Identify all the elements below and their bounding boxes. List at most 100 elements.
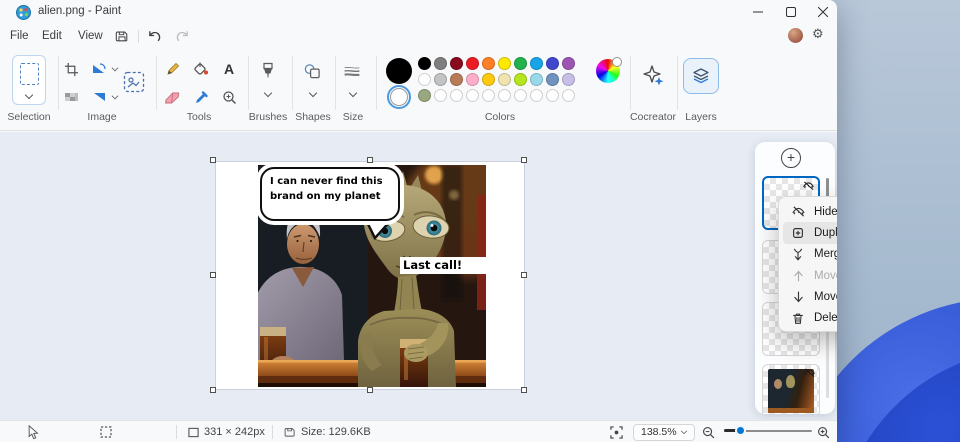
maximize-button[interactable] — [774, 0, 808, 24]
undo-icon — [147, 29, 162, 43]
minimize-button[interactable] — [741, 0, 775, 24]
canvas-size-icon — [188, 427, 199, 438]
palette-color-swatch[interactable] — [418, 89, 431, 102]
caption-text: Last call! — [400, 257, 486, 274]
arrow-down-icon — [790, 289, 806, 305]
crop-icon[interactable] — [62, 60, 80, 78]
palette-color-swatch[interactable] — [450, 73, 463, 86]
zoom-slider-thumb[interactable] — [735, 425, 746, 436]
colors-group-label: Colors — [485, 111, 515, 123]
arrow-up-icon — [790, 268, 806, 284]
chevron-down-icon[interactable] — [309, 89, 317, 97]
selection-handle-bottom-right[interactable] — [521, 387, 527, 393]
palette-color-swatch[interactable] — [450, 57, 463, 70]
menu-file[interactable]: File — [4, 27, 35, 45]
menu-item-merge-down[interactable]: Merge down — [783, 244, 837, 265]
fill-tool-icon[interactable] — [192, 60, 210, 78]
zoom-in-button[interactable] — [817, 421, 830, 442]
line-size-icon[interactable] — [343, 62, 361, 80]
menu-edit[interactable]: Edit — [36, 27, 68, 45]
shapes-icon[interactable] — [303, 62, 321, 80]
statusbar-divider — [176, 425, 177, 439]
selection-tool-button[interactable] — [12, 55, 46, 105]
brush-icon[interactable] — [259, 62, 277, 80]
layers-panel-toggle-button[interactable] — [683, 58, 719, 94]
edit-colors-wheel[interactable] — [596, 59, 620, 83]
redo-button[interactable] — [172, 27, 192, 45]
palette-empty-slot[interactable] — [466, 89, 479, 102]
paint-window: alien.png - Paint File Edit View — [0, 0, 837, 442]
palette-empty-slot[interactable] — [434, 89, 447, 102]
palette-color-swatch[interactable] — [514, 73, 527, 86]
zoom-level-dropdown[interactable]: 138.5% — [633, 424, 695, 441]
layer-thumbnail-4[interactable] — [762, 364, 820, 414]
palette-empty-slot[interactable] — [530, 89, 543, 102]
menu-item-move-down[interactable]: Move down Ctrl+Shift+PageDown — [783, 286, 837, 307]
palette-empty-slot[interactable] — [546, 89, 559, 102]
palette-empty-slot[interactable] — [514, 89, 527, 102]
selection-handle-middle-left[interactable] — [210, 272, 216, 278]
remove-background-icon[interactable] — [122, 70, 146, 94]
selection-handle-bottom-left[interactable] — [210, 387, 216, 393]
menu-item-move-up[interactable]: Move up Ctrl+Shift+PageUp — [783, 265, 837, 286]
drawing-canvas[interactable]: I can never find this brand on my planet… — [216, 162, 524, 389]
foreground-color-swatch[interactable] — [386, 58, 412, 84]
close-button[interactable] — [806, 0, 837, 24]
palette-color-swatch[interactable] — [530, 57, 543, 70]
menu-item-delete-layer[interactable]: Delete layer Ctrl+Shift+Delete — [783, 307, 837, 328]
chevron-down-icon[interactable] — [112, 65, 119, 72]
palette-color-swatch[interactable] — [418, 73, 431, 86]
add-layer-button[interactable]: + — [781, 148, 801, 168]
palette-empty-slot[interactable] — [562, 89, 575, 102]
eraser-tool-icon[interactable] — [164, 88, 182, 106]
save-button[interactable] — [112, 27, 132, 45]
image-group-label: Image — [87, 111, 116, 123]
settings-gear-icon[interactable]: ⚙ — [812, 26, 824, 42]
palette-color-swatch[interactable] — [530, 73, 543, 86]
text-tool-icon[interactable]: A — [220, 60, 238, 78]
selection-handle-top-left[interactable] — [210, 157, 216, 163]
palette-empty-slot[interactable] — [498, 89, 511, 102]
chevron-down-icon[interactable] — [349, 89, 357, 97]
palette-color-swatch[interactable] — [498, 57, 511, 70]
flip-icon[interactable] — [90, 88, 108, 106]
palette-color-swatch[interactable] — [498, 73, 511, 86]
resize-skew-icon[interactable] — [62, 88, 80, 106]
palette-color-swatch[interactable] — [514, 57, 527, 70]
palette-color-swatch[interactable] — [482, 57, 495, 70]
palette-color-swatch[interactable] — [562, 57, 575, 70]
chevron-down-icon[interactable] — [112, 93, 119, 100]
undo-button[interactable] — [144, 27, 164, 45]
palette-color-swatch[interactable] — [434, 73, 447, 86]
rotate-icon[interactable] — [90, 60, 108, 78]
palette-color-swatch[interactable] — [482, 73, 495, 86]
menu-item-hide-layer[interactable]: Hide layer Ctrl+H — [783, 201, 837, 222]
chevron-down-icon[interactable] — [264, 89, 272, 97]
selection-handle-bottom-middle[interactable] — [367, 387, 373, 393]
cocreator-sparkle-icon[interactable] — [642, 64, 666, 88]
palette-color-swatch[interactable] — [434, 57, 447, 70]
palette-empty-slot[interactable] — [450, 89, 463, 102]
palette-empty-slot[interactable] — [482, 89, 495, 102]
palette-color-swatch[interactable] — [466, 73, 479, 86]
selection-handle-middle-right[interactable] — [521, 272, 527, 278]
selection-group-label: Selection — [7, 111, 50, 123]
selection-handle-top-middle[interactable] — [367, 157, 373, 163]
menu-item-duplicate-layer[interactable]: Duplicate layer — [783, 222, 837, 243]
palette-color-swatch[interactable] — [546, 57, 559, 70]
account-avatar[interactable] — [788, 28, 803, 43]
layer-context-menu: Hide layer Ctrl+H Duplicate layer Merge … — [778, 196, 837, 332]
selection-handle-top-right[interactable] — [521, 157, 527, 163]
palette-color-swatch[interactable] — [546, 73, 559, 86]
eyedropper-tool-icon[interactable] — [192, 88, 210, 106]
zoom-to-fit-button[interactable] — [610, 421, 623, 442]
background-color-swatch[interactable] — [390, 88, 408, 106]
zoom-out-button[interactable] — [702, 421, 715, 442]
menu-view[interactable]: View — [72, 27, 109, 45]
magnifier-tool-icon[interactable] — [220, 88, 238, 106]
palette-color-swatch[interactable] — [466, 57, 479, 70]
ribbon-divider — [677, 56, 678, 110]
palette-color-swatch[interactable] — [562, 73, 575, 86]
pencil-tool-icon[interactable] — [164, 60, 182, 78]
palette-color-swatch[interactable] — [418, 57, 431, 70]
